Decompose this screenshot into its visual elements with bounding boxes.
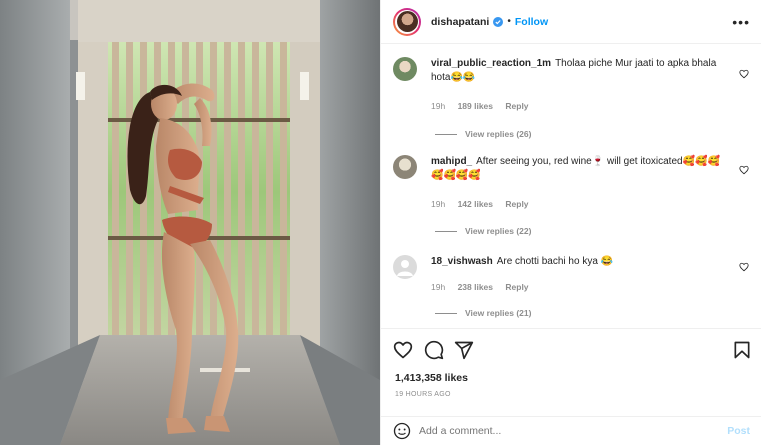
- author-username[interactable]: dishapatani: [431, 16, 489, 28]
- comment-like-icon[interactable]: [739, 69, 749, 79]
- like-count[interactable]: 1,413,358 likes: [395, 372, 468, 384]
- comment-meta: 19h 142 likes Reply: [431, 199, 539, 209]
- comment-item: viral_public_reaction_1m Tholaa piche Mur…: [393, 57, 753, 147]
- more-options-icon[interactable]: •••: [732, 14, 750, 30]
- commenter-avatar[interactable]: [393, 255, 417, 279]
- action-bar: [381, 328, 761, 374]
- bookmark-icon[interactable]: [732, 340, 752, 360]
- comment-item: 18_vishwash Are chotti bachi ho kya 😂 19h…: [393, 255, 753, 327]
- follow-button[interactable]: Follow: [515, 16, 548, 28]
- view-replies-label: View replies (22): [465, 226, 532, 236]
- comment-input[interactable]: [419, 425, 709, 437]
- comment-like-icon[interactable]: [739, 165, 749, 175]
- reply-button[interactable]: Reply: [505, 101, 528, 111]
- view-replies-label: View replies (26): [465, 129, 532, 139]
- comment-age: 19h: [431, 101, 446, 111]
- reply-button[interactable]: Reply: [505, 282, 528, 292]
- separator-dot: •: [507, 16, 511, 27]
- verified-badge-icon: [493, 16, 504, 27]
- comment-username[interactable]: mahipd_: [431, 156, 472, 167]
- comment-likes[interactable]: 142 likes: [458, 199, 493, 209]
- comment-like-icon[interactable]: [739, 262, 749, 272]
- comment-likes[interactable]: 189 likes: [458, 101, 493, 111]
- comment-text: Are chotti bachi ho kya 😂: [496, 256, 614, 267]
- comment-text: After seeing you, red wine🍷 will get ito…: [431, 156, 720, 181]
- comment-username[interactable]: viral_public_reaction_1m: [431, 58, 551, 69]
- default-avatar-icon: [397, 260, 413, 276]
- view-replies-label: View replies (21): [465, 308, 532, 318]
- view-replies-button[interactable]: View replies (22): [431, 226, 531, 236]
- post-header: dishapatani • Follow •••: [381, 0, 761, 44]
- heart-icon[interactable]: [393, 340, 413, 360]
- comment-age: 19h: [431, 199, 446, 209]
- comment-icon[interactable]: [424, 340, 444, 360]
- smiley-icon[interactable]: [393, 422, 411, 440]
- comments-list[interactable]: viral_public_reaction_1m Tholaa piche Mur…: [381, 45, 761, 327]
- comment-meta: 19h 238 likes Reply: [431, 282, 539, 292]
- reply-button[interactable]: Reply: [505, 199, 528, 209]
- comment-likes[interactable]: 238 likes: [458, 282, 493, 292]
- add-comment-bar: Post: [381, 416, 761, 445]
- paper-plane-icon[interactable]: [454, 340, 474, 360]
- view-replies-button[interactable]: View replies (26): [431, 129, 531, 139]
- comment-username[interactable]: 18_vishwash: [431, 256, 493, 267]
- comment-item: mahipd_ After seeing you, red wine🍷 will …: [393, 155, 753, 245]
- post-sidebar: dishapatani • Follow ••• viral_public_re…: [380, 0, 761, 445]
- photo-illustration: [0, 0, 380, 445]
- post-photo[interactable]: [0, 0, 380, 445]
- author-avatar[interactable]: [393, 7, 421, 36]
- comment-age: 19h: [431, 282, 446, 292]
- comment-meta: 19h 189 likes Reply: [431, 101, 539, 111]
- commenter-avatar[interactable]: [393, 57, 417, 81]
- post-timestamp[interactable]: 19 HOURS AGO: [395, 391, 451, 398]
- post-comment-button[interactable]: Post: [727, 425, 750, 437]
- commenter-avatar[interactable]: [393, 155, 417, 179]
- view-replies-button[interactable]: View replies (21): [431, 308, 531, 318]
